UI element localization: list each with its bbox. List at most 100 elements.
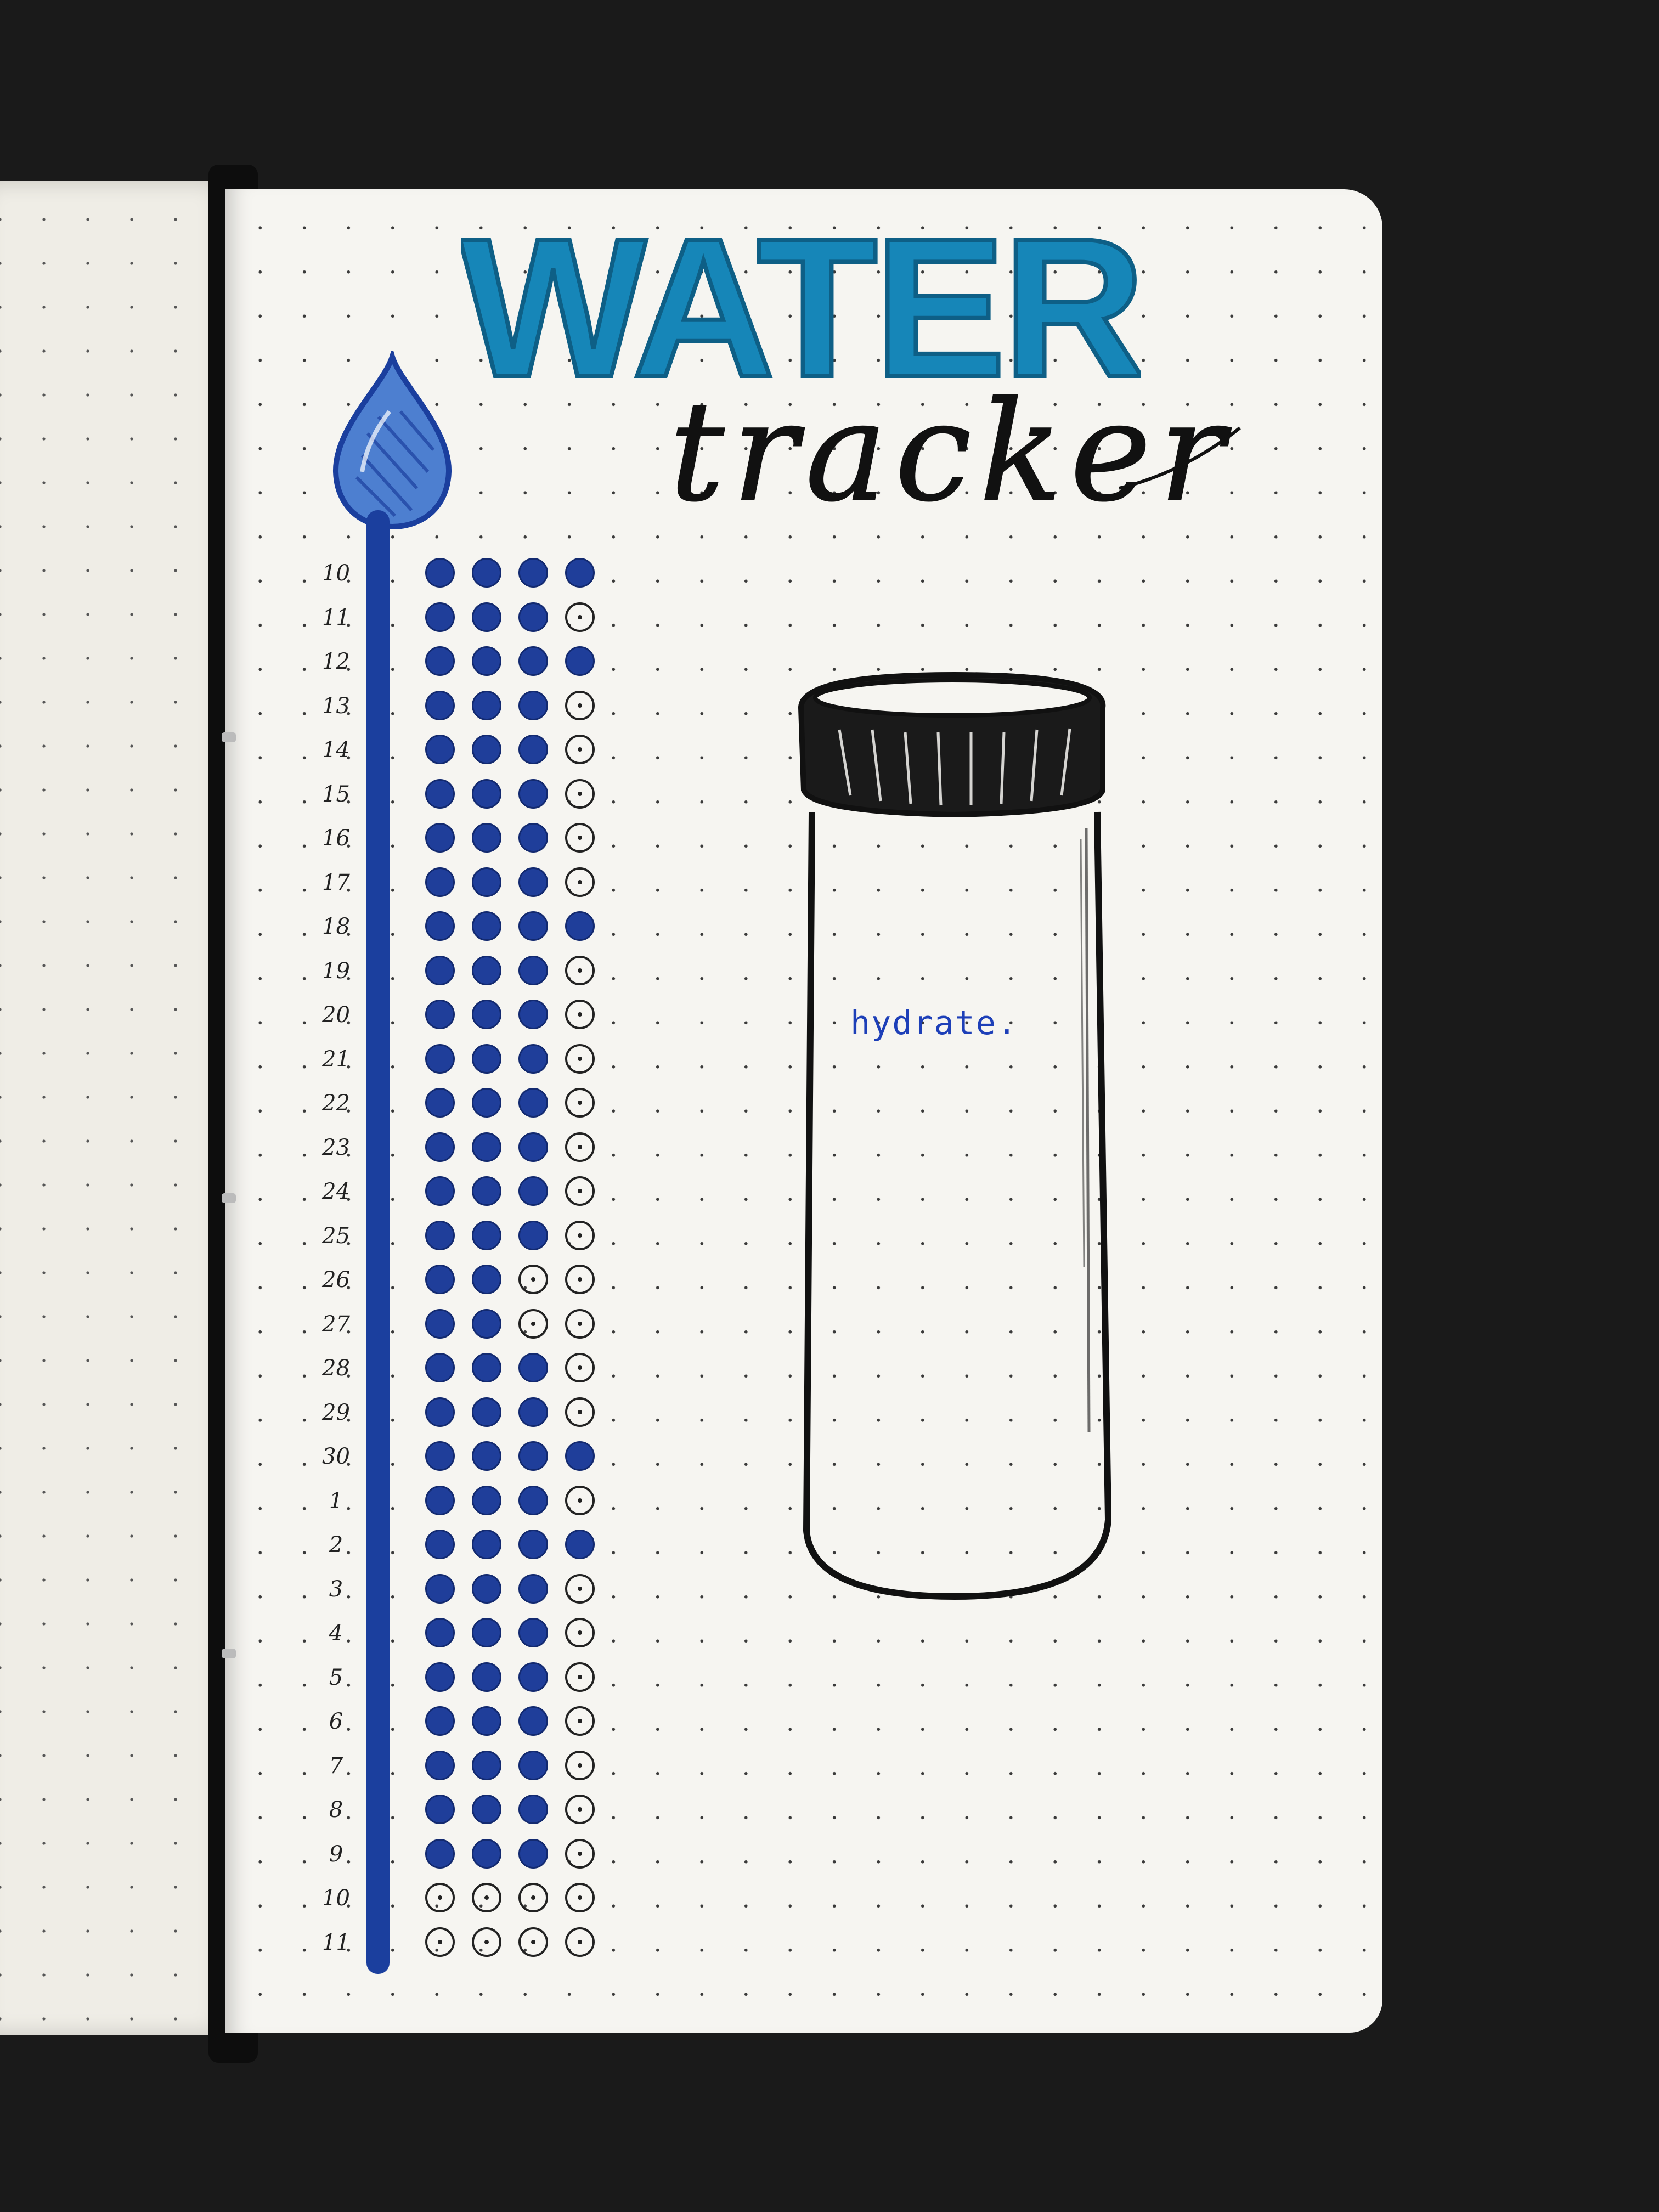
cup-empty xyxy=(565,1485,595,1515)
cup-filled xyxy=(425,1618,455,1647)
cup-empty xyxy=(518,1927,548,1957)
day-label: 22 xyxy=(322,1091,350,1116)
title-tracker: tracker xyxy=(669,371,1241,532)
cup-filled xyxy=(472,1618,501,1647)
cup-empty xyxy=(425,1883,455,1912)
cup-filled xyxy=(425,911,455,941)
cup-filled xyxy=(425,1000,455,1029)
tracker-row: 3 xyxy=(307,1567,614,1611)
tracker-row: 2 xyxy=(307,1523,614,1567)
tracker-row: 11 xyxy=(307,1921,614,1965)
cup-filled xyxy=(425,1750,455,1780)
cup-empty xyxy=(565,1618,595,1647)
cup-filled xyxy=(472,1706,501,1736)
cup-filled xyxy=(472,1795,501,1824)
cup-empty xyxy=(565,602,595,632)
cup-filled xyxy=(425,1353,455,1383)
cup-filled xyxy=(425,867,455,897)
cup-empty xyxy=(565,1132,595,1162)
cup-filled xyxy=(425,1308,455,1339)
cup-empty xyxy=(565,955,595,985)
cup-filled xyxy=(518,1573,548,1604)
cup-empty xyxy=(565,735,595,764)
cup-filled xyxy=(472,602,501,632)
day-label: 20 xyxy=(322,1002,350,1028)
cup-filled xyxy=(518,1485,548,1515)
cup-filled xyxy=(518,778,548,809)
cup-filled xyxy=(425,1706,455,1736)
cup-filled xyxy=(518,911,548,941)
cup-filled xyxy=(518,1750,548,1780)
cup-empty xyxy=(518,1883,548,1912)
day-label: 6 xyxy=(329,1709,343,1734)
cup-filled xyxy=(472,1353,501,1383)
tracker-row: 7 xyxy=(307,1744,614,1788)
day-label: 30 xyxy=(322,1444,350,1469)
day-label: 4 xyxy=(329,1621,343,1646)
tracker-row: 16 xyxy=(307,816,614,860)
day-label: 2 xyxy=(329,1532,343,1558)
cup-empty xyxy=(565,1706,595,1736)
cup-filled xyxy=(472,1662,501,1692)
cup-filled xyxy=(472,1043,501,1074)
cup-filled xyxy=(425,1530,455,1559)
cup-filled xyxy=(518,1000,548,1029)
cup-filled xyxy=(518,867,548,897)
cup-filled xyxy=(472,1308,501,1339)
water-bottle-drawing xyxy=(798,672,1112,1600)
cup-filled xyxy=(518,1618,548,1647)
day-label: 29 xyxy=(322,1400,350,1425)
cup-empty xyxy=(565,1795,595,1824)
cup-filled xyxy=(472,1397,501,1427)
binding-stitch xyxy=(222,732,236,742)
cup-empty xyxy=(472,1883,501,1912)
tracker-row: 22 xyxy=(307,1081,614,1125)
tracker-row: 6 xyxy=(307,1700,614,1743)
cup-filled xyxy=(518,955,548,985)
cup-filled xyxy=(472,823,501,853)
cup-filled xyxy=(425,1485,455,1515)
cup-filled xyxy=(425,1176,455,1206)
tracker-row: 14 xyxy=(307,728,614,772)
cup-empty xyxy=(565,1838,595,1869)
cup-filled xyxy=(425,1043,455,1074)
cup-empty xyxy=(565,823,595,853)
cup-filled xyxy=(425,735,455,764)
day-label: 25 xyxy=(322,1223,350,1249)
day-label: 10 xyxy=(322,561,350,586)
cup-filled xyxy=(565,558,595,588)
cup-filled xyxy=(425,1397,455,1427)
cup-filled xyxy=(472,1000,501,1029)
cup-filled xyxy=(472,1530,501,1559)
cup-filled xyxy=(472,1441,501,1471)
bottle-label-hydrate: hydrate. xyxy=(850,1004,1018,1042)
day-label: 7 xyxy=(329,1753,343,1779)
day-label: 19 xyxy=(322,958,350,984)
cup-filled xyxy=(518,1043,548,1074)
cup-empty xyxy=(565,867,595,897)
cup-filled xyxy=(518,646,548,676)
cup-filled xyxy=(518,690,548,720)
binding-stitch xyxy=(222,1193,236,1203)
cup-filled xyxy=(518,1795,548,1824)
day-label: 27 xyxy=(322,1311,350,1337)
day-label: 26 xyxy=(322,1267,350,1293)
tracker-row: 4 xyxy=(307,1611,614,1655)
day-label: 23 xyxy=(322,1135,350,1160)
cup-filled xyxy=(518,1132,548,1162)
tracker-row: 23 xyxy=(307,1126,614,1170)
cup-filled xyxy=(565,1530,595,1559)
tracker-row: 10 xyxy=(307,1876,614,1920)
day-label: 12 xyxy=(322,649,350,674)
cup-filled xyxy=(425,1088,455,1118)
tracker-row: 5 xyxy=(307,1656,614,1700)
cup-filled xyxy=(425,1441,455,1471)
title-tracker-text: tracker xyxy=(669,372,1232,532)
cup-filled xyxy=(518,1088,548,1118)
day-label: 14 xyxy=(322,737,350,763)
tracker-row: 8 xyxy=(307,1788,614,1832)
tracker-row: 9 xyxy=(307,1832,614,1876)
day-label: 1 xyxy=(329,1488,343,1514)
cup-filled xyxy=(518,1530,548,1559)
cup-empty xyxy=(565,1927,595,1957)
